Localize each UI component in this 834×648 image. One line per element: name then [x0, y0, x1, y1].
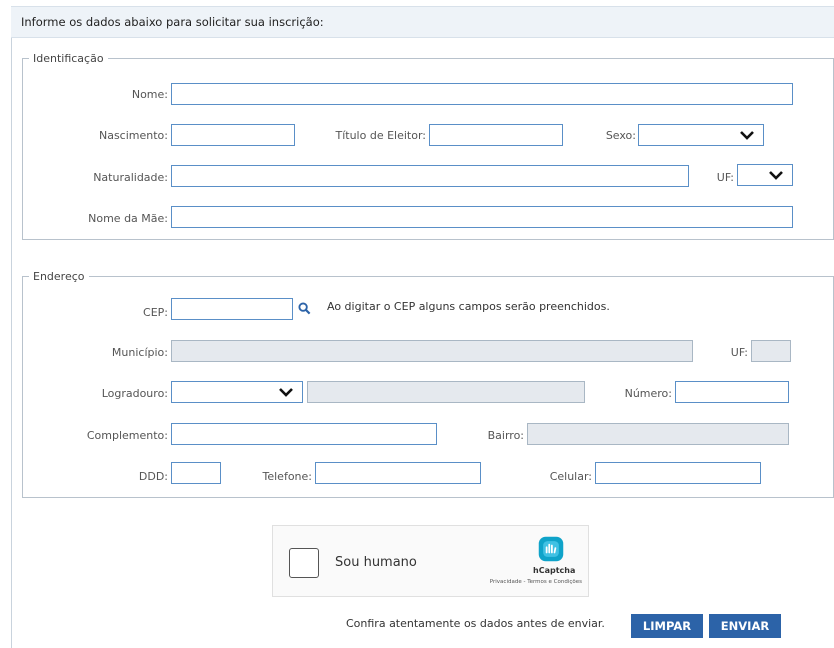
footer-notice: Confira atentamente os dados antes de en… — [346, 617, 605, 630]
ddd-input[interactable] — [171, 462, 221, 484]
form-header: Informe os dados abaixo para solicitar s… — [11, 6, 834, 38]
search-icon[interactable] — [298, 302, 311, 315]
complemento-label: Complemento: — [86, 429, 168, 442]
municipio-label: Município: — [111, 346, 168, 359]
nome-label: Nome: — [131, 88, 168, 101]
limpar-button[interactable]: LIMPAR — [631, 614, 703, 638]
captcha-checkbox[interactable] — [289, 548, 319, 578]
form-title: Informe os dados abaixo para solicitar s… — [21, 15, 324, 29]
naturalidade-label: Naturalidade: — [93, 171, 168, 184]
chevron-down-icon — [740, 131, 754, 140]
telefone-input[interactable] — [315, 462, 481, 484]
logradouro-select[interactable] — [171, 381, 303, 403]
uf-select[interactable] — [737, 164, 793, 186]
ddd-label: DDD: — [138, 470, 168, 483]
nome-mae-label: Nome da Mãe: — [88, 212, 168, 225]
logradouro-input[interactable] — [307, 381, 585, 403]
cep-label: CEP: — [143, 306, 168, 319]
bairro-label: Bairro: — [487, 429, 524, 442]
nome-input[interactable] — [171, 83, 793, 105]
nascimento-label: Nascimento: — [98, 129, 168, 142]
titulo-eleitor-label: Título de Eleitor: — [335, 129, 427, 142]
logradouro-label: Logradouro: — [101, 387, 168, 400]
cep-input[interactable] — [171, 298, 293, 320]
uf-label: UF: — [716, 171, 734, 184]
chevron-down-icon — [279, 388, 293, 397]
uf-endereco-label: UF: — [730, 346, 748, 359]
captcha-links[interactable]: Privacidade - Termos e Condições — [454, 579, 582, 585]
celular-label: Celular: — [549, 470, 592, 483]
bairro-input[interactable] — [527, 423, 789, 445]
captcha-brand: hCaptcha — [533, 566, 576, 575]
sexo-label: Sexo: — [605, 129, 636, 142]
chevron-down-icon — [769, 171, 783, 180]
nome-mae-input[interactable] — [171, 206, 793, 228]
naturalidade-input[interactable] — [171, 165, 689, 187]
identificacao-legend: Identificação — [33, 52, 104, 65]
titulo-eleitor-input[interactable] — [429, 124, 563, 146]
celular-input[interactable] — [595, 462, 761, 484]
enviar-button[interactable]: ENVIAR — [709, 614, 781, 638]
hcaptcha-widget: Sou humano hCaptcha Privacidade - Termos… — [272, 525, 589, 597]
uf-endereco-input[interactable] — [751, 340, 791, 362]
nascimento-input[interactable] — [171, 124, 295, 146]
hcaptcha-logo-icon — [538, 536, 564, 562]
municipio-input[interactable] — [171, 340, 693, 362]
numero-label: Número: — [624, 387, 672, 400]
numero-input[interactable] — [675, 381, 789, 403]
captcha-label: Sou humano — [335, 555, 417, 570]
telefone-label: Telefone: — [262, 470, 313, 483]
sexo-select[interactable] — [638, 124, 764, 146]
endereco-legend: Endereço — [33, 270, 85, 283]
complemento-input[interactable] — [171, 423, 437, 445]
cep-hint: Ao digitar o CEP alguns campos serão pre… — [327, 300, 610, 313]
